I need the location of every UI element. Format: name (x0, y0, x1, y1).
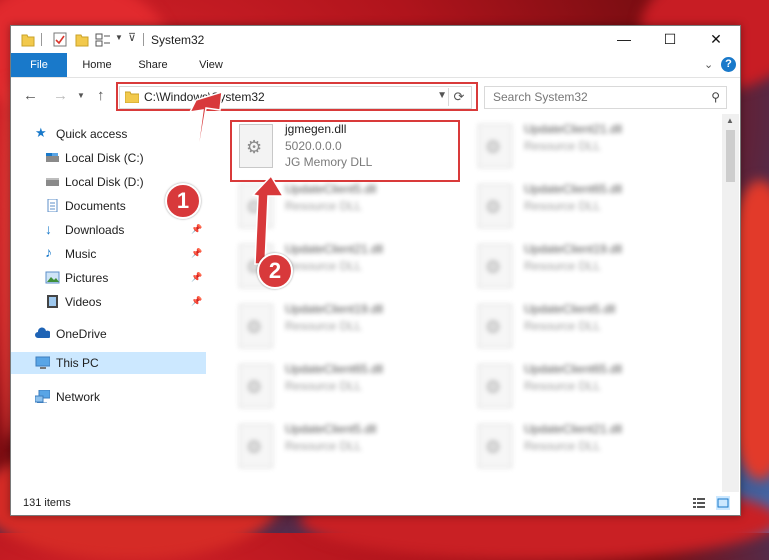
step-2-badge: 2 (257, 253, 293, 289)
arrow-to-file (251, 174, 285, 265)
arrow-to-address (188, 90, 223, 185)
step-1-badge: 1 (165, 183, 201, 219)
annotation-arrows (188, 90, 285, 265)
